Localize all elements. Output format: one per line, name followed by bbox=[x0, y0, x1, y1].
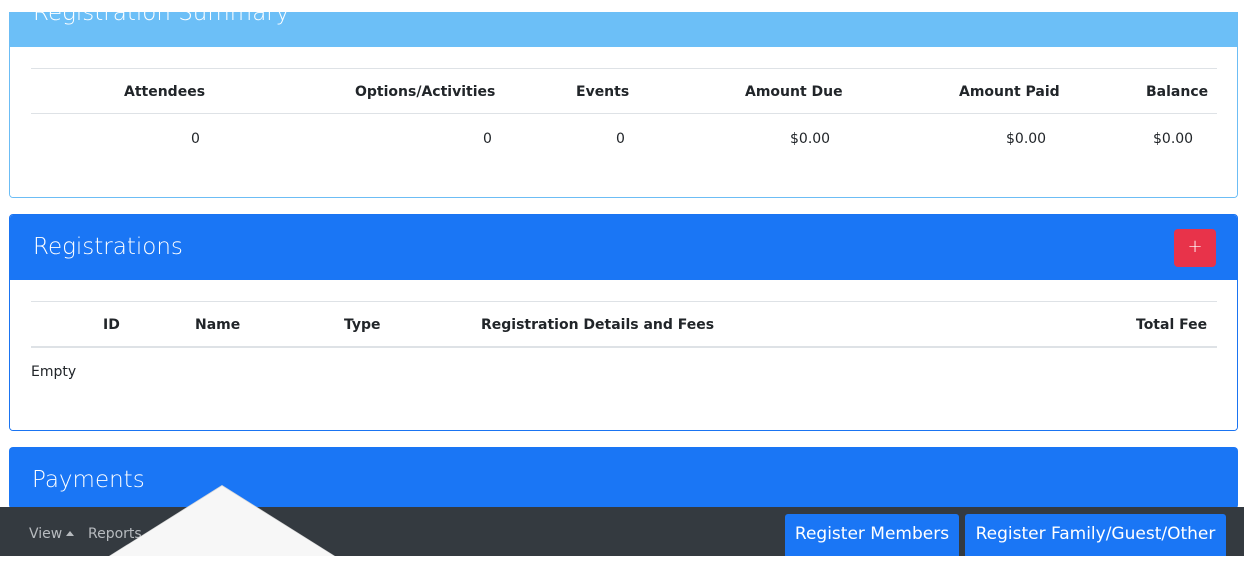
table-header-border bbox=[31, 113, 1217, 114]
registration-summary-title: Registration Summary bbox=[33, 12, 290, 26]
summary-attendees-value: 0 bbox=[191, 131, 200, 147]
col-header-amount-due: Amount Due bbox=[745, 84, 843, 100]
summary-balance-value: $0.00 bbox=[1153, 131, 1194, 147]
register-members-button[interactable]: Register Members bbox=[785, 514, 959, 556]
registration-summary-card: Registration Summary Attendees Options/A… bbox=[9, 12, 1238, 198]
col-header-options-activities: Options/Activities bbox=[355, 84, 496, 100]
register-family-guest-other-button[interactable]: Register Family/Guest/Other bbox=[965, 514, 1226, 556]
col-header-registration-details: Registration Details and Fees bbox=[481, 317, 715, 333]
col-header-amount-paid: Amount Paid bbox=[959, 84, 1060, 100]
popover-arrow bbox=[110, 486, 334, 556]
table-header-border bbox=[31, 346, 1217, 348]
col-header-events: Events bbox=[576, 84, 630, 100]
registrations-card: Registrations + ID Name Type Registratio… bbox=[9, 214, 1238, 431]
caret-up-icon bbox=[66, 531, 75, 536]
registrations-body: ID Name Type Registration Details and Fe… bbox=[10, 280, 1237, 430]
registrations-header: Registrations + bbox=[10, 215, 1237, 280]
view-menu[interactable]: View bbox=[29, 507, 75, 556]
table-top-border bbox=[31, 68, 1217, 69]
col-header-id: ID bbox=[103, 317, 120, 333]
empty-message: Empty bbox=[31, 364, 77, 380]
view-menu-label: View bbox=[29, 526, 63, 542]
plus-icon: + bbox=[1187, 236, 1203, 257]
col-header-balance: Balance bbox=[1146, 84, 1209, 100]
registrations-title: Registrations bbox=[33, 234, 183, 260]
summary-events-value: 0 bbox=[616, 131, 625, 147]
col-header-attendees: Attendees bbox=[124, 84, 206, 100]
col-header-type: Type bbox=[344, 317, 381, 333]
summary-options-value: 0 bbox=[483, 131, 492, 147]
add-registration-button[interactable]: + bbox=[1174, 229, 1216, 267]
registration-summary-body: Attendees Options/Activities Events Amou… bbox=[10, 47, 1237, 197]
col-header-total-fee: Total Fee bbox=[1136, 317, 1208, 333]
summary-amount-paid-value: $0.00 bbox=[1006, 131, 1047, 147]
registration-summary-header: Registration Summary bbox=[10, 12, 1237, 47]
col-header-name: Name bbox=[195, 317, 241, 333]
table-top-border bbox=[31, 301, 1217, 302]
summary-amount-due-value: $0.00 bbox=[790, 131, 831, 147]
